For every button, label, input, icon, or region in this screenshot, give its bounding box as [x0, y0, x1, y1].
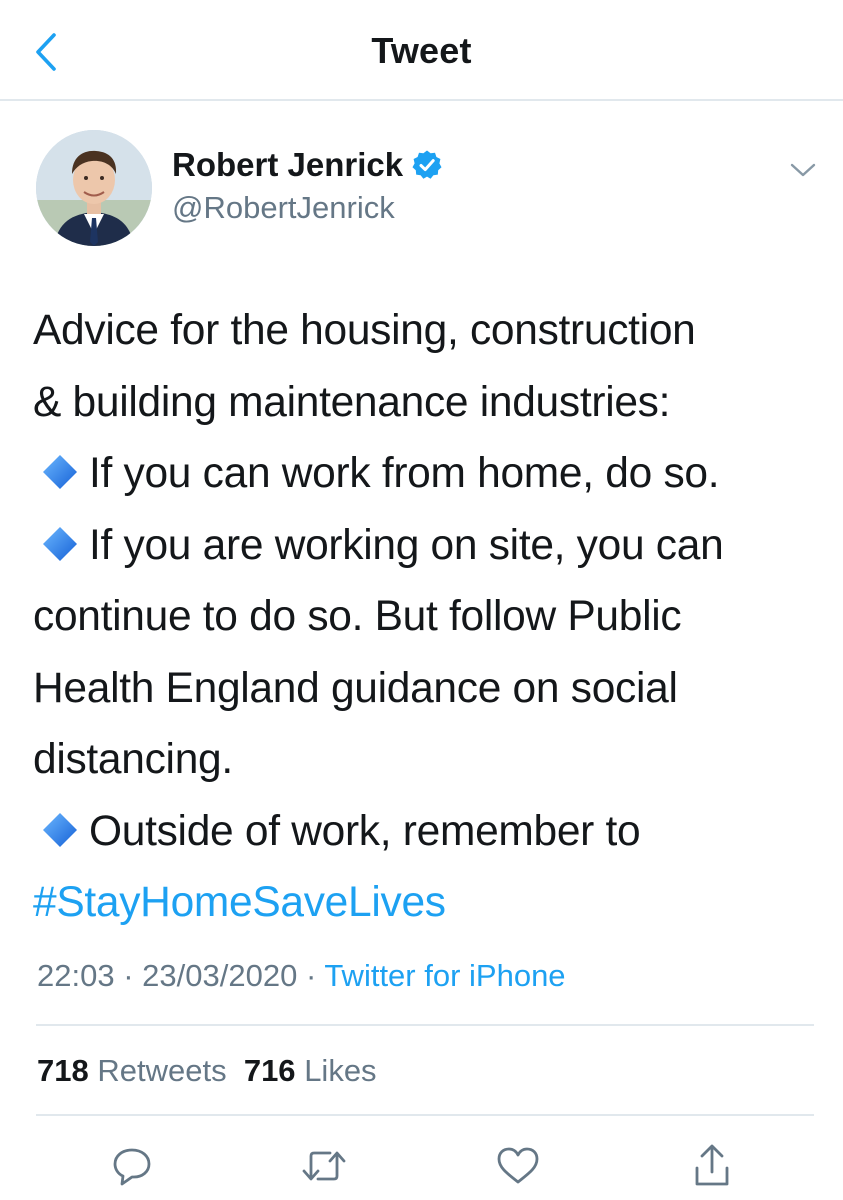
author-handle[interactable]: @RobertJenrick: [172, 190, 395, 226]
tweet-meta: 22:03 · 23/03/2020 · Twitter for iPhone: [37, 958, 566, 994]
chevron-down-icon: [790, 163, 816, 177]
retweet-button[interactable]: [296, 1138, 352, 1194]
tweet-time: 22:03: [37, 958, 115, 993]
tweet-text: Advice for the housing, construction & b…: [33, 295, 823, 939]
reply-icon: [113, 1148, 151, 1186]
retweets-stat[interactable]: 718 Retweets: [37, 1053, 227, 1088]
tweet-line: Advice for the housing, construction: [33, 307, 696, 354]
share-icon: [695, 1144, 729, 1186]
author-name: Robert Jenrick: [172, 146, 404, 183]
likes-count: 716: [243, 1053, 296, 1088]
author-row[interactable]: Robert Jenrick: [172, 146, 443, 184]
meta-separator: ·: [123, 958, 134, 993]
blue-diamond-icon: [43, 455, 77, 489]
retweet-icon: [302, 1151, 346, 1181]
tweet-bullet-line: If you can work from home, do so.: [33, 438, 823, 510]
hashtag-link[interactable]: #StayHomeSaveLives: [33, 867, 823, 939]
likes-stat[interactable]: 716 Likes: [244, 1053, 377, 1088]
divider: [36, 1024, 814, 1026]
retweets-label: Retweets: [97, 1053, 227, 1088]
top-bar: Tweet: [0, 0, 843, 101]
tweet-stats: 718 Retweets 716 Likes: [37, 1053, 377, 1089]
tweet-bullet-text: If you are working on site, you can: [89, 521, 724, 569]
tweet-line: distancing.: [33, 736, 233, 783]
share-button[interactable]: [684, 1138, 740, 1194]
like-icon: [497, 1147, 539, 1184]
profile-photo: [36, 130, 152, 246]
tweet-bullet-text: If you can work from home, do so.: [89, 450, 720, 497]
tweet-bullet-line: Outside of work, remember to: [33, 796, 823, 868]
like-button[interactable]: [490, 1138, 546, 1194]
avatar[interactable]: [36, 130, 152, 246]
more-options-button[interactable]: [785, 152, 821, 188]
tweet-line: & building maintenance industries:: [33, 378, 671, 426]
tweet-line: continue to do so. But follow Public: [33, 593, 682, 640]
blue-diamond-icon: [43, 526, 77, 561]
tweet-bullet-line: If you are working on site, you can: [33, 510, 823, 582]
verified-badge-icon: [412, 150, 442, 179]
reply-button[interactable]: [104, 1138, 160, 1194]
retweets-count: 718: [37, 1053, 89, 1088]
action-bar: [0, 1138, 843, 1194]
divider: [36, 1114, 814, 1116]
page-title: Tweet: [371, 30, 472, 71]
tweet-line: Health England guidance on social: [33, 664, 678, 712]
meta-separator: ·: [305, 958, 317, 993]
likes-label: Likes: [304, 1053, 377, 1088]
blue-diamond-icon: [43, 812, 77, 847]
tweet-detail-screen: Tweet Robert Jenrick @RobertJenrick Advi…: [0, 0, 843, 1200]
source-link[interactable]: Twitter for iPhone: [324, 958, 565, 993]
tweet-bullet-text: Outside of work, remember to: [89, 807, 641, 855]
tweet-date: 23/03/2020: [142, 958, 298, 993]
